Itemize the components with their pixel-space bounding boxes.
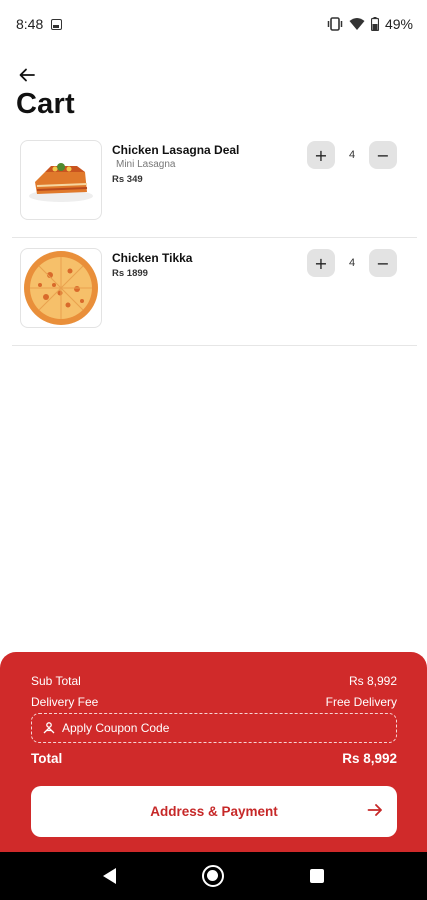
coupon-label: Apply Coupon Code <box>62 721 170 735</box>
delivery-value: Free Delivery <box>325 695 397 709</box>
vibrate-icon <box>327 17 343 31</box>
nav-back-icon[interactable] <box>103 868 116 884</box>
arrow-right-icon <box>367 804 382 816</box>
item-price: Rs 1899 <box>112 268 148 279</box>
status-bar: 8:48 49% <box>0 0 427 48</box>
page-title: Cart <box>16 88 75 120</box>
back-button[interactable] <box>14 62 40 88</box>
nav-recents-icon[interactable] <box>310 869 324 883</box>
item-variant: Mini Lasagna <box>116 159 176 170</box>
item-image <box>20 140 102 220</box>
apply-coupon-button[interactable]: Apply Coupon Code <box>31 713 397 743</box>
subtotal-label: Sub Total <box>31 674 81 688</box>
arrow-left-icon <box>19 68 35 82</box>
order-summary: Sub Total Rs 8,992 Delivery Fee Free Del… <box>0 652 427 862</box>
subtotal-value: Rs 8,992 <box>348 674 397 688</box>
item-name: Chicken Lasagna Deal <box>112 143 240 157</box>
lasagna-image <box>29 163 93 202</box>
cart-item: Chicken Tikka Rs 1899 + 4 − <box>12 240 417 346</box>
image-icon <box>51 18 63 30</box>
battery-level: 49% <box>384 16 413 32</box>
address-payment-button[interactable]: Address & Payment <box>31 786 397 837</box>
increase-quantity-button[interactable]: + <box>307 249 335 277</box>
cta-label: Address & Payment <box>150 804 278 819</box>
quantity-stepper: + 4 − <box>307 141 397 169</box>
item-name: Chicken Tikka <box>112 251 193 265</box>
decrease-quantity-button[interactable]: − <box>369 249 397 277</box>
quantity-stepper: + 4 − <box>307 249 397 277</box>
delivery-row: Delivery Fee Free Delivery <box>31 695 397 709</box>
delivery-label: Delivery Fee <box>31 695 99 709</box>
item-info: Chicken Tikka Rs 1899 <box>112 251 192 281</box>
pizza-image <box>24 251 98 325</box>
battery-icon <box>370 17 379 31</box>
item-price: Rs 349 <box>112 174 143 185</box>
total-row: Total Rs 8,992 <box>31 751 397 766</box>
quantity-value: 4 <box>348 149 356 161</box>
total-label: Total <box>31 751 63 766</box>
cart-item: Chicken Lasagna Deal Mini Lasagna Rs 349… <box>12 132 417 238</box>
decrease-quantity-button[interactable]: − <box>369 141 397 169</box>
wifi-icon <box>349 18 365 30</box>
coupon-icon <box>43 722 55 734</box>
status-right: 49% <box>327 16 413 32</box>
subtotal-row: Sub Total Rs 8,992 <box>31 674 397 688</box>
increase-quantity-button[interactable]: + <box>307 141 335 169</box>
total-value: Rs 8,992 <box>342 751 397 766</box>
item-image <box>20 248 102 328</box>
status-time: 8:48 <box>16 16 44 32</box>
nav-home-icon[interactable] <box>202 865 224 887</box>
item-info: Chicken Lasagna Deal Mini Lasagna Rs 349 <box>112 143 239 187</box>
system-nav-bar <box>0 852 427 900</box>
quantity-value: 4 <box>348 257 356 269</box>
status-left: 8:48 <box>16 16 63 32</box>
cart-list: Chicken Lasagna Deal Mini Lasagna Rs 349… <box>12 132 417 348</box>
